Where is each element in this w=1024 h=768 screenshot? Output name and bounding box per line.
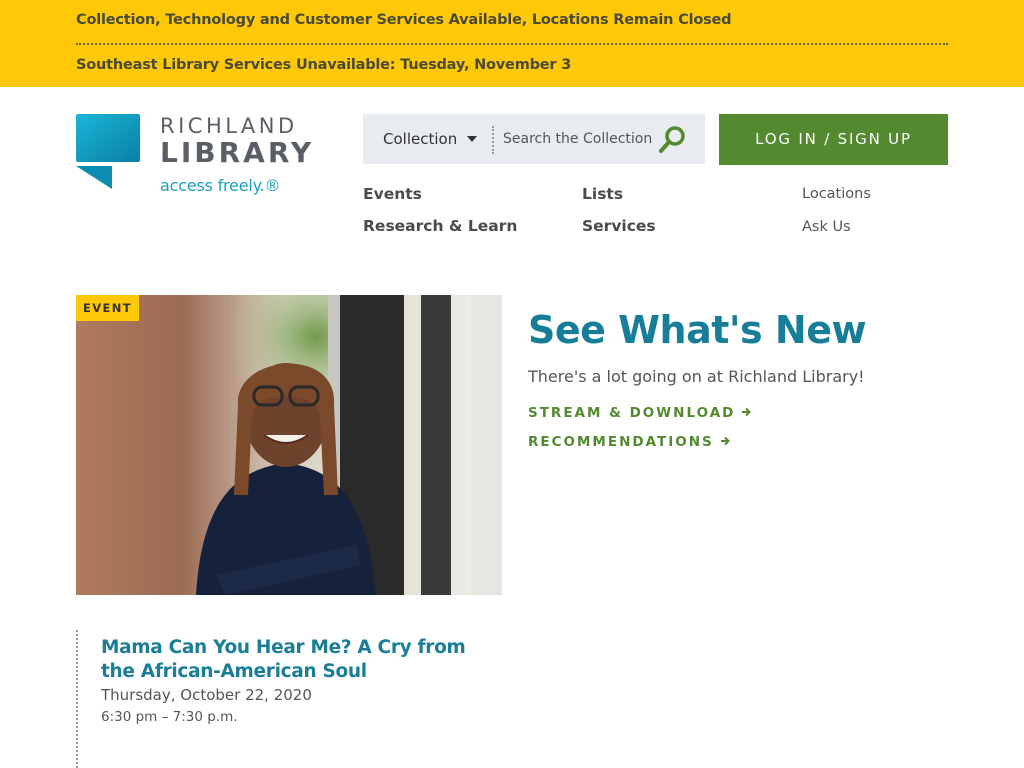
- search-scope-dropdown[interactable]: Collection: [383, 130, 457, 148]
- logo-tagline: access freely.®: [160, 176, 281, 195]
- event-date: Thursday, October 22, 2020: [101, 686, 312, 704]
- nav-ask-us[interactable]: Ask Us: [802, 219, 851, 235]
- search-button[interactable]: [657, 124, 689, 156]
- arrow-right-icon: [742, 407, 752, 417]
- logo-name-line1: RICHLAND: [160, 114, 298, 138]
- card-fold-decoration: [76, 595, 126, 627]
- event-divider: [76, 630, 78, 768]
- login-signup-button[interactable]: LOG IN / SIGN UP: [719, 114, 948, 165]
- alert-divider: [76, 43, 948, 45]
- event-photo[interactable]: [76, 295, 502, 595]
- nav-lists[interactable]: Lists: [582, 185, 623, 203]
- whats-new-subheading: There's a lot going on at Richland Libra…: [528, 367, 865, 386]
- search-divider: [492, 126, 494, 154]
- nav-locations[interactable]: Locations: [802, 186, 871, 202]
- search-bar: Collection: [363, 114, 705, 164]
- nav-events[interactable]: Events: [363, 185, 422, 203]
- event-title-link[interactable]: Mama Can You Hear Me? A Cry from the Afr…: [101, 636, 481, 684]
- site-logo[interactable]: RICHLAND LIBRARY access freely.®: [76, 114, 336, 204]
- event-badge: EVENT: [76, 295, 139, 321]
- search-input[interactable]: [503, 124, 661, 154]
- library-logo-mark: [76, 114, 140, 189]
- alert-message[interactable]: Collection, Technology and Customer Serv…: [76, 12, 948, 28]
- search-icon: [659, 126, 685, 153]
- recommendations-label: RECOMMENDATIONS: [528, 434, 714, 450]
- nav-research-learn[interactable]: Research & Learn: [363, 217, 517, 235]
- arrow-right-icon: [720, 436, 730, 446]
- nav-services[interactable]: Services: [582, 217, 656, 235]
- caret-down-icon[interactable]: [467, 136, 477, 142]
- whats-new-heading: See What's New: [528, 308, 867, 352]
- alert-banner: Collection, Technology and Customer Serv…: [0, 0, 1024, 87]
- stream-download-link[interactable]: STREAM & DOWNLOAD: [528, 405, 752, 421]
- event-time: 6:30 pm – 7:30 p.m.: [101, 709, 238, 725]
- alert-message[interactable]: Southeast Library Services Unavailable: …: [76, 57, 948, 73]
- event-photo-illustration: [76, 295, 502, 595]
- recommendations-link[interactable]: RECOMMENDATIONS: [528, 434, 730, 450]
- stream-download-label: STREAM & DOWNLOAD: [528, 405, 736, 421]
- logo-name-line2: LIBRARY: [160, 136, 315, 169]
